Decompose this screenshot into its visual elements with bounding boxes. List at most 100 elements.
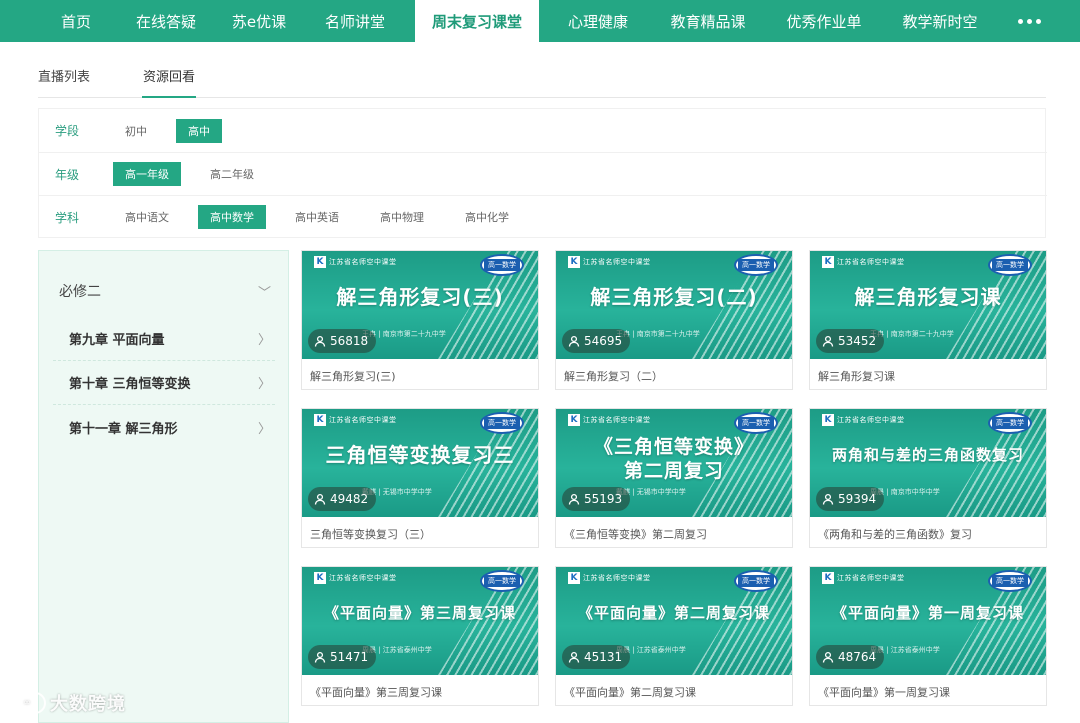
nav-item-su-e-course[interactable]: 苏e优课 (220, 0, 298, 42)
sidebar-item-label: 第九章 平面向量 (69, 333, 165, 348)
grade-badge-label: 高一数学 (992, 259, 1028, 271)
course-title: 三角恒等变换复习（三） (310, 528, 431, 541)
course-title: 《两角和与差的三角函数》复习 (818, 528, 972, 541)
program-logo: K 江苏省名师空中课堂 (568, 413, 651, 426)
grade-badge: 高一数学 (480, 254, 524, 276)
view-count-value: 54695 (584, 334, 623, 348)
watermark: ∞ 大数跨境 (8, 690, 126, 716)
course-card[interactable]: K 江苏省名师空中课堂 高一数学 《平面向量》第三周复习课 周晨 | 江苏省泰州中学 51… (301, 566, 539, 706)
tab-replay[interactable]: 资源回看 (142, 66, 197, 98)
ellipsis-icon[interactable] (994, 0, 1064, 42)
program-logo-text: 江苏省名师空中课堂 (583, 257, 651, 266)
course-card[interactable]: K 江苏省名师空中课堂 高一数学 解三角形复习课 王冉 | 南京市第二十九中学 53452… (809, 250, 1047, 390)
course-title: 《三角恒等变换》第二周复习 (564, 528, 707, 541)
sidebar-header[interactable]: 必修二 ﹀ (59, 281, 275, 301)
top-nav: 首页 在线答疑 苏e优课 名师讲堂 周末复习课堂 心理健康 教育精品课 优秀作业… (0, 0, 1080, 42)
nav-item-quality-course[interactable]: 教育精品课 (655, 0, 761, 42)
course-card[interactable]: K 江苏省名师空中课堂 高一数学 《平面向量》第二周复习课 周晨 | 江苏省泰州中学 45… (555, 566, 793, 706)
view-count: 48764 (816, 645, 885, 669)
program-logo-icon: K (568, 255, 580, 268)
sidebar-item-chapter-11[interactable]: 第十一章 解三角形 〉 (53, 405, 275, 449)
nav-item-teaching-space[interactable]: 教学新时空 (887, 0, 993, 42)
course-thumbnail: K 江苏省名师空中课堂 高一数学 解三角形复习(二) 王冉 | 南京市第二十九中学 546… (556, 251, 792, 359)
course-card[interactable]: K 江苏省名师空中课堂 高一数学 《三角恒等变换》 第二周复习 戴麒 | 无锡市中学中学… (555, 408, 793, 548)
sidebar-item-chapter-9[interactable]: 第九章 平面向量 〉 (53, 317, 275, 361)
grade-badge: 高一数学 (734, 254, 778, 276)
grade-badge: 高一数学 (734, 412, 778, 434)
sub-tabs: 直播列表 资源回看 (38, 58, 1046, 98)
program-logo-icon: K (822, 413, 834, 426)
filter-option-grade-1[interactable]: 高一年级 (113, 162, 181, 186)
user-icon (568, 651, 580, 663)
program-logo: K 江苏省名师空中课堂 (822, 255, 905, 268)
user-icon (314, 651, 326, 663)
filter-option-junior[interactable]: 初中 (113, 119, 159, 143)
watermark-text: 大数跨境 (50, 694, 126, 715)
view-count: 45131 (562, 645, 631, 669)
filter-option-chemistry[interactable]: 高中化学 (453, 205, 521, 229)
course-title: 《平面向量》第二周复习课 (564, 686, 696, 699)
program-logo-text: 江苏省名师空中课堂 (583, 415, 651, 424)
course-card[interactable]: K 江苏省名师空中课堂 高一数学 两角和与差的三角函数复习 周晨 | 南京市中华中学 59… (809, 408, 1047, 548)
program-logo: K 江苏省名师空中课堂 (822, 413, 905, 426)
view-count: 51471 (308, 645, 377, 669)
course-thumbnail: K 江苏省名师空中课堂 高一数学 《三角恒等变换》 第二周复习 戴麒 | 无锡市中学中学… (556, 409, 792, 517)
program-logo: K 江苏省名师空中课堂 (314, 571, 397, 584)
course-card[interactable]: K 江苏省名师空中课堂 高一数学 解三角形复习(二) 王冉 | 南京市第二十九中学 546… (555, 250, 793, 390)
view-count: 55193 (562, 487, 631, 511)
view-count-value: 56818 (330, 334, 369, 348)
filter-option-math[interactable]: 高中数学 (198, 205, 266, 229)
view-count: 49482 (308, 487, 377, 511)
filter-panel: 学段 初中 高中 年级 高一年级 高二年级 学科 高中语文 高中数学 高中英语 … (38, 108, 1047, 238)
sidebar-item-chapter-10[interactable]: 第十章 三角恒等变换 〉 (53, 361, 275, 405)
course-thumbnail: K 江苏省名师空中课堂 高一数学 《平面向量》第一周复习课 周晨 | 江苏省泰州中学 48… (810, 567, 1046, 675)
thumbnail-title: 解三角形复习(三) (336, 285, 504, 309)
nav-item-homework[interactable]: 优秀作业单 (771, 0, 877, 42)
filter-label-grade: 年级 (55, 167, 80, 182)
filter-option-english[interactable]: 高中英语 (283, 205, 351, 229)
course-thumbnail: K 江苏省名师空中课堂 高一数学 解三角形复习(三) 王冉 | 南京市第二十九中学 568… (302, 251, 538, 359)
program-logo-icon: K (822, 255, 834, 268)
course-card[interactable]: K 江苏省名师空中课堂 高一数学 解三角形复习(三) 王冉 | 南京市第二十九中学 568… (301, 250, 539, 390)
filter-option-senior[interactable]: 高中 (176, 118, 222, 143)
chapter-sidebar: 必修二 ﹀ 第九章 平面向量 〉 第十章 三角恒等变换 〉 第十一章 解三角形 … (38, 250, 289, 723)
filter-option-physics[interactable]: 高中物理 (368, 205, 436, 229)
course-title: 《平面向量》第三周复习课 (310, 686, 442, 699)
user-icon (822, 493, 834, 505)
nav-item-online-qa[interactable]: 在线答疑 (120, 0, 212, 42)
course-thumbnail: K 江苏省名师空中课堂 高一数学 《平面向量》第三周复习课 周晨 | 江苏省泰州中学 51… (302, 567, 538, 675)
nav-item-weekend-review[interactable]: 周末复习课堂 (415, 0, 539, 42)
course-title: 解三角形复习（二） (564, 370, 663, 383)
course-thumbnail: K 江苏省名师空中课堂 高一数学 三角恒等变换复习三 戴麒 | 无锡市中学中学 49482 (302, 409, 538, 517)
program-logo-text: 江苏省名师空中课堂 (583, 573, 651, 582)
user-icon (314, 493, 326, 505)
filter-option-chinese[interactable]: 高中语文 (113, 205, 181, 229)
grade-badge-label: 高一数学 (738, 575, 774, 587)
view-count-value: 49482 (330, 492, 369, 506)
course-card[interactable]: K 江苏省名师空中课堂 高一数学 《平面向量》第一周复习课 周晨 | 江苏省泰州中学 48… (809, 566, 1047, 706)
nav-item-home[interactable]: 首页 (40, 0, 112, 42)
user-icon (822, 335, 834, 347)
course-card[interactable]: K 江苏省名师空中课堂 高一数学 三角恒等变换复习三 戴麒 | 无锡市中学中学 49482… (301, 408, 539, 548)
filter-option-grade-2[interactable]: 高二年级 (198, 162, 266, 186)
program-logo-text: 江苏省名师空中课堂 (837, 573, 905, 582)
thumbnail-title: 两角和与差的三角函数复习 (831, 446, 1024, 464)
user-icon (822, 651, 834, 663)
program-logo-icon: K (822, 571, 834, 584)
program-logo-icon: K (568, 571, 580, 584)
program-logo: K 江苏省名师空中课堂 (568, 571, 651, 584)
grade-badge-label: 高一数学 (992, 417, 1028, 429)
sidebar-header-label: 必修二 (59, 284, 101, 300)
program-logo-text: 江苏省名师空中课堂 (329, 415, 397, 424)
filter-row-stage: 学段 初中 高中 (39, 109, 1047, 152)
thumbnail-title: 《三角恒等变换》 第二周复习 (593, 436, 754, 482)
filter-label-stage: 学段 (55, 124, 80, 138)
tab-live-list[interactable]: 直播列表 (38, 66, 90, 98)
program-logo-text: 江苏省名师空中课堂 (837, 415, 905, 424)
nav-item-mental-health[interactable]: 心理健康 (553, 0, 643, 42)
view-count-value: 48764 (838, 650, 877, 664)
view-count: 59394 (816, 487, 885, 511)
nav-item-master-lecture[interactable]: 名师讲堂 (310, 0, 400, 42)
view-count-value: 45131 (584, 650, 623, 664)
grade-badge-label: 高一数学 (484, 575, 520, 587)
